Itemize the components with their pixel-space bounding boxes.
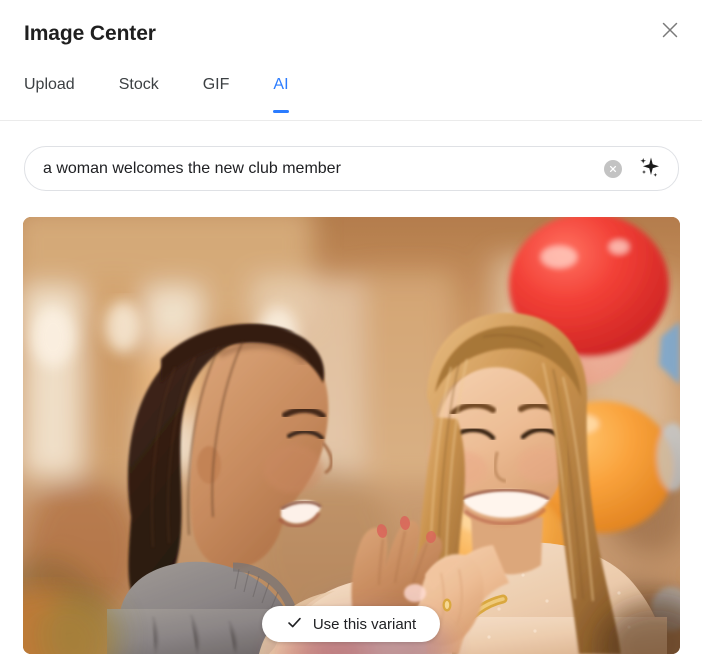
prompt-input[interactable] (25, 147, 604, 190)
generate-image-button[interactable] (634, 154, 664, 184)
tab-stock[interactable]: Stock (119, 74, 159, 96)
prompt-box[interactable] (24, 146, 679, 191)
modal-header: Image Center (0, 0, 702, 70)
page-title: Image Center (24, 22, 156, 45)
tab-bar: Upload Stock GIF AI (0, 74, 702, 120)
close-icon (661, 21, 679, 39)
close-button[interactable] (654, 14, 686, 46)
generated-image-container[interactable] (23, 217, 680, 654)
tab-upload[interactable]: Upload (24, 74, 75, 96)
clear-circle-icon (608, 164, 618, 174)
check-icon (286, 614, 303, 634)
tab-upload-label: Upload (24, 76, 75, 93)
tab-stock-label: Stock (118, 76, 159, 93)
tab-gif-label: GIF (202, 76, 230, 93)
clear-input-button[interactable] (604, 159, 622, 178)
ai-sparkle-icon (636, 154, 662, 183)
generated-image (23, 217, 680, 654)
tab-divider (0, 120, 702, 121)
active-tab-indicator (273, 110, 289, 113)
use-this-variant-button[interactable]: Use this variant (262, 606, 440, 642)
use-this-variant-label: Use this variant (312, 615, 417, 633)
tab-gif[interactable]: GIF (203, 74, 230, 96)
tab-ai-label: AI (273, 76, 289, 93)
tab-ai[interactable]: AI (273, 74, 289, 113)
image-center-modal: Image Center Upload Stock GIF AI a woman… (0, 0, 702, 669)
prompt-row (24, 146, 679, 191)
